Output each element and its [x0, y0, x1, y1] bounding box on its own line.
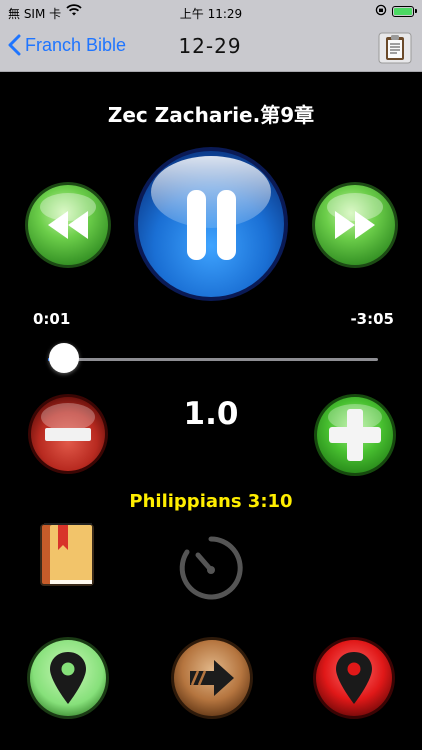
status-time: 上午 11:29: [179, 7, 243, 21]
forward-arrow-icon: [171, 637, 253, 719]
verse-reference-link[interactable]: Philippians 3:10: [0, 491, 422, 512]
green-pin-icon: [27, 637, 109, 719]
back-button[interactable]: Franch Bible: [8, 34, 126, 56]
green-location-button[interactable]: [26, 636, 110, 720]
fast-forward-button[interactable]: [311, 181, 399, 269]
sleep-timer-button[interactable]: [176, 533, 246, 603]
audio-bible-player-screen: 無 SIM 卡 上午 11:29 Franch Bible 12-29 Zec …: [0, 0, 422, 750]
back-button-label: Franch Bible: [25, 34, 127, 55]
red-pin-icon: [313, 637, 395, 719]
timer-icon: [179, 536, 243, 600]
battery-icon: [392, 6, 417, 17]
progress-slider-track[interactable]: [48, 358, 378, 361]
pause-button[interactable]: [133, 146, 289, 302]
book-icon: [40, 523, 94, 586]
clipboard-icon: [378, 32, 412, 64]
pause-icon: [134, 147, 288, 301]
chevron-left-icon: [8, 34, 21, 56]
page-title: 12-29: [178, 34, 242, 58]
rewind-button[interactable]: [24, 181, 112, 269]
fast-forward-icon: [312, 182, 398, 268]
clipboard-button[interactable]: [378, 32, 412, 64]
progress-slider-thumb[interactable]: [48, 343, 79, 373]
remaining-time: -3:05: [350, 310, 394, 328]
minus-icon: [28, 394, 108, 474]
chapter-title: Zec Zacharie.第9章: [107, 103, 315, 127]
book-button[interactable]: [36, 520, 98, 588]
playback-speed-value: 1.0: [183, 396, 239, 432]
decrease-speed-button[interactable]: [27, 393, 109, 475]
status-bar: 無 SIM 卡 上午 11:29: [0, 0, 422, 24]
navigation-bar: Franch Bible 12-29: [0, 24, 422, 72]
red-location-button[interactable]: [312, 636, 396, 720]
increase-speed-button[interactable]: [313, 393, 397, 477]
rewind-icon: [25, 182, 111, 268]
next-button[interactable]: [170, 636, 254, 720]
elapsed-time: 0:01: [33, 310, 71, 328]
plus-icon: [314, 394, 396, 476]
orientation-lock-icon: [375, 4, 387, 19]
